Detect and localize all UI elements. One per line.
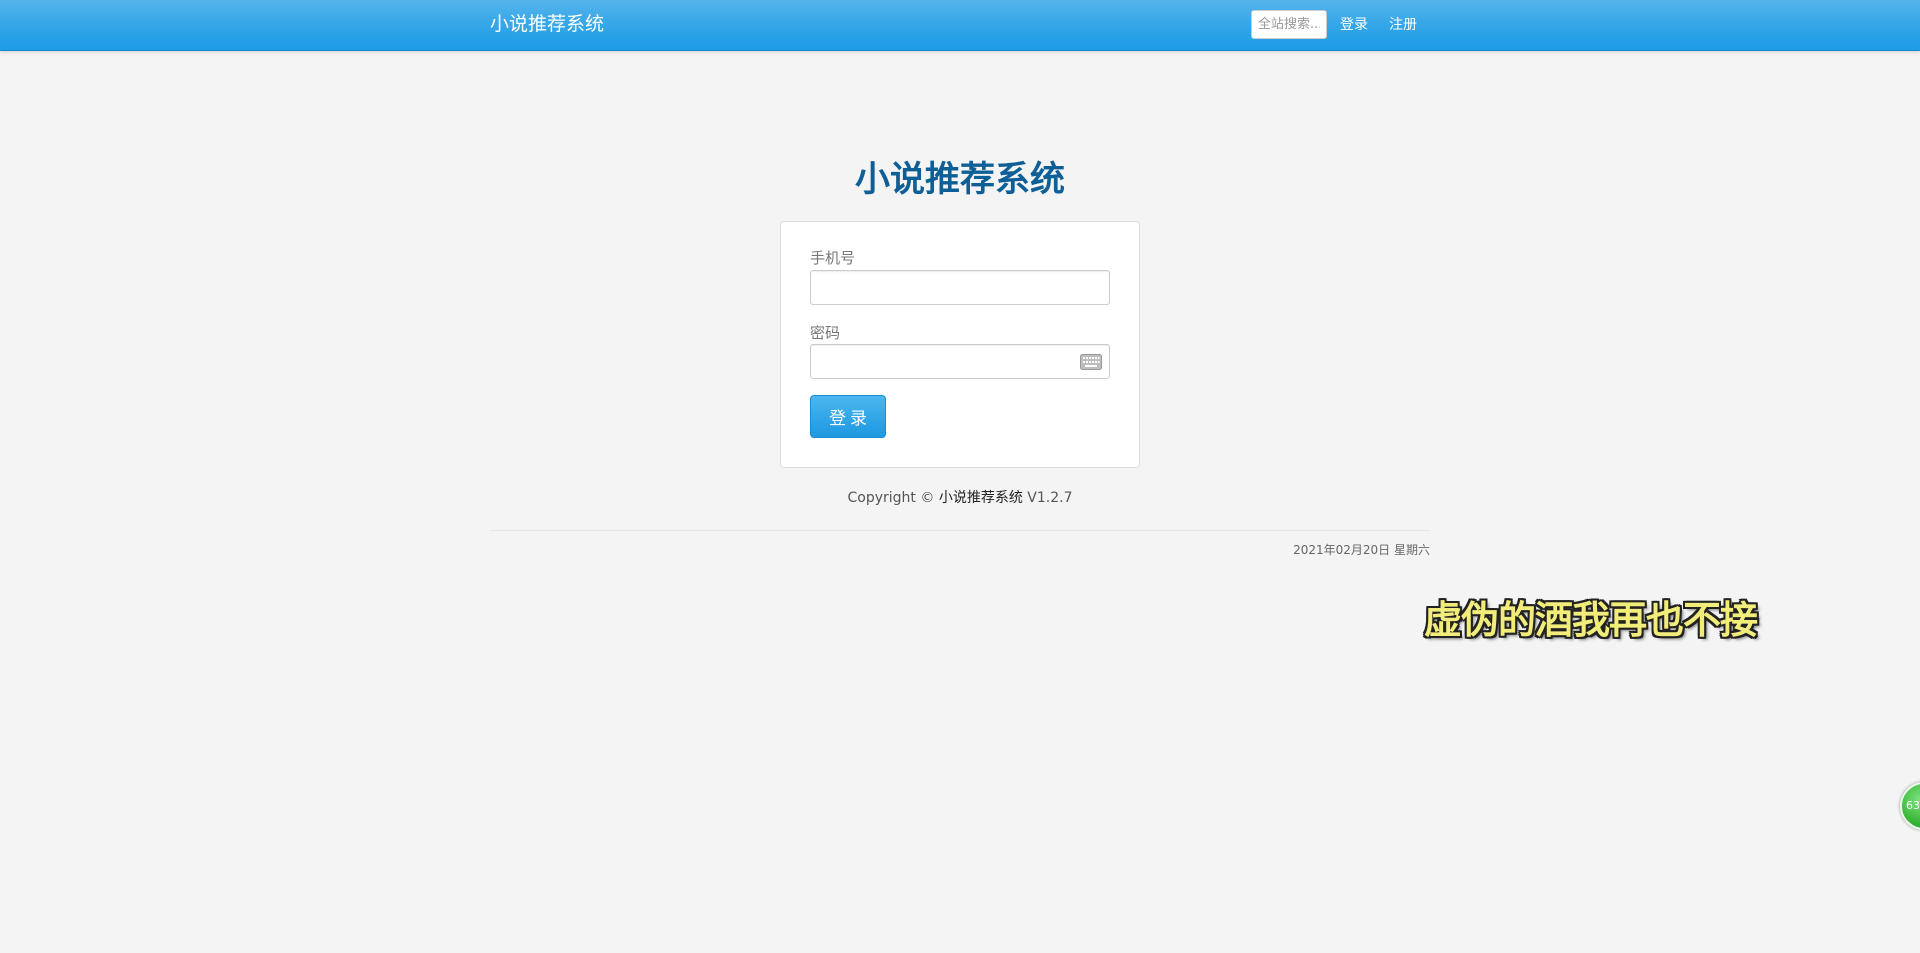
keyboard-icon[interactable] bbox=[1080, 354, 1102, 370]
version-label: V1.2.7 bbox=[1027, 490, 1073, 506]
floating-badge[interactable]: 63 bbox=[1900, 782, 1920, 830]
current-date: 2021年02月20日 星期六 bbox=[1293, 543, 1430, 557]
top-navbar: 小说推荐系统 登录 注册 bbox=[0, 0, 1920, 51]
overlay-caption: 虚伪的酒我再也不接 bbox=[1424, 598, 1758, 642]
phone-label: 手机号 bbox=[810, 249, 856, 267]
site-search-input[interactable] bbox=[1251, 10, 1327, 39]
nav-login-link[interactable]: 登录 bbox=[1340, 15, 1368, 35]
footer-divider bbox=[490, 530, 1430, 531]
keyboard-icon-graphic bbox=[1080, 354, 1102, 370]
page-title: 小说推荐系统 bbox=[854, 160, 1065, 200]
brand-link[interactable]: 小说推荐系统 bbox=[490, 11, 604, 37]
login-submit-button[interactable]: 登录 bbox=[810, 395, 886, 438]
login-form: 手机号 密码 登录 bbox=[780, 221, 1140, 468]
copyright-text: Copyright © 小说推荐系统 V1.2.7 bbox=[0, 488, 1920, 508]
copyright-brand: 小说推荐系统 bbox=[938, 490, 1023, 506]
copyright-prefix: Copyright © bbox=[847, 490, 935, 506]
phone-input[interactable] bbox=[810, 270, 1110, 305]
nav-register-link[interactable]: 注册 bbox=[1389, 15, 1417, 35]
password-label: 密码 bbox=[810, 324, 841, 342]
password-input[interactable] bbox=[810, 344, 1110, 379]
